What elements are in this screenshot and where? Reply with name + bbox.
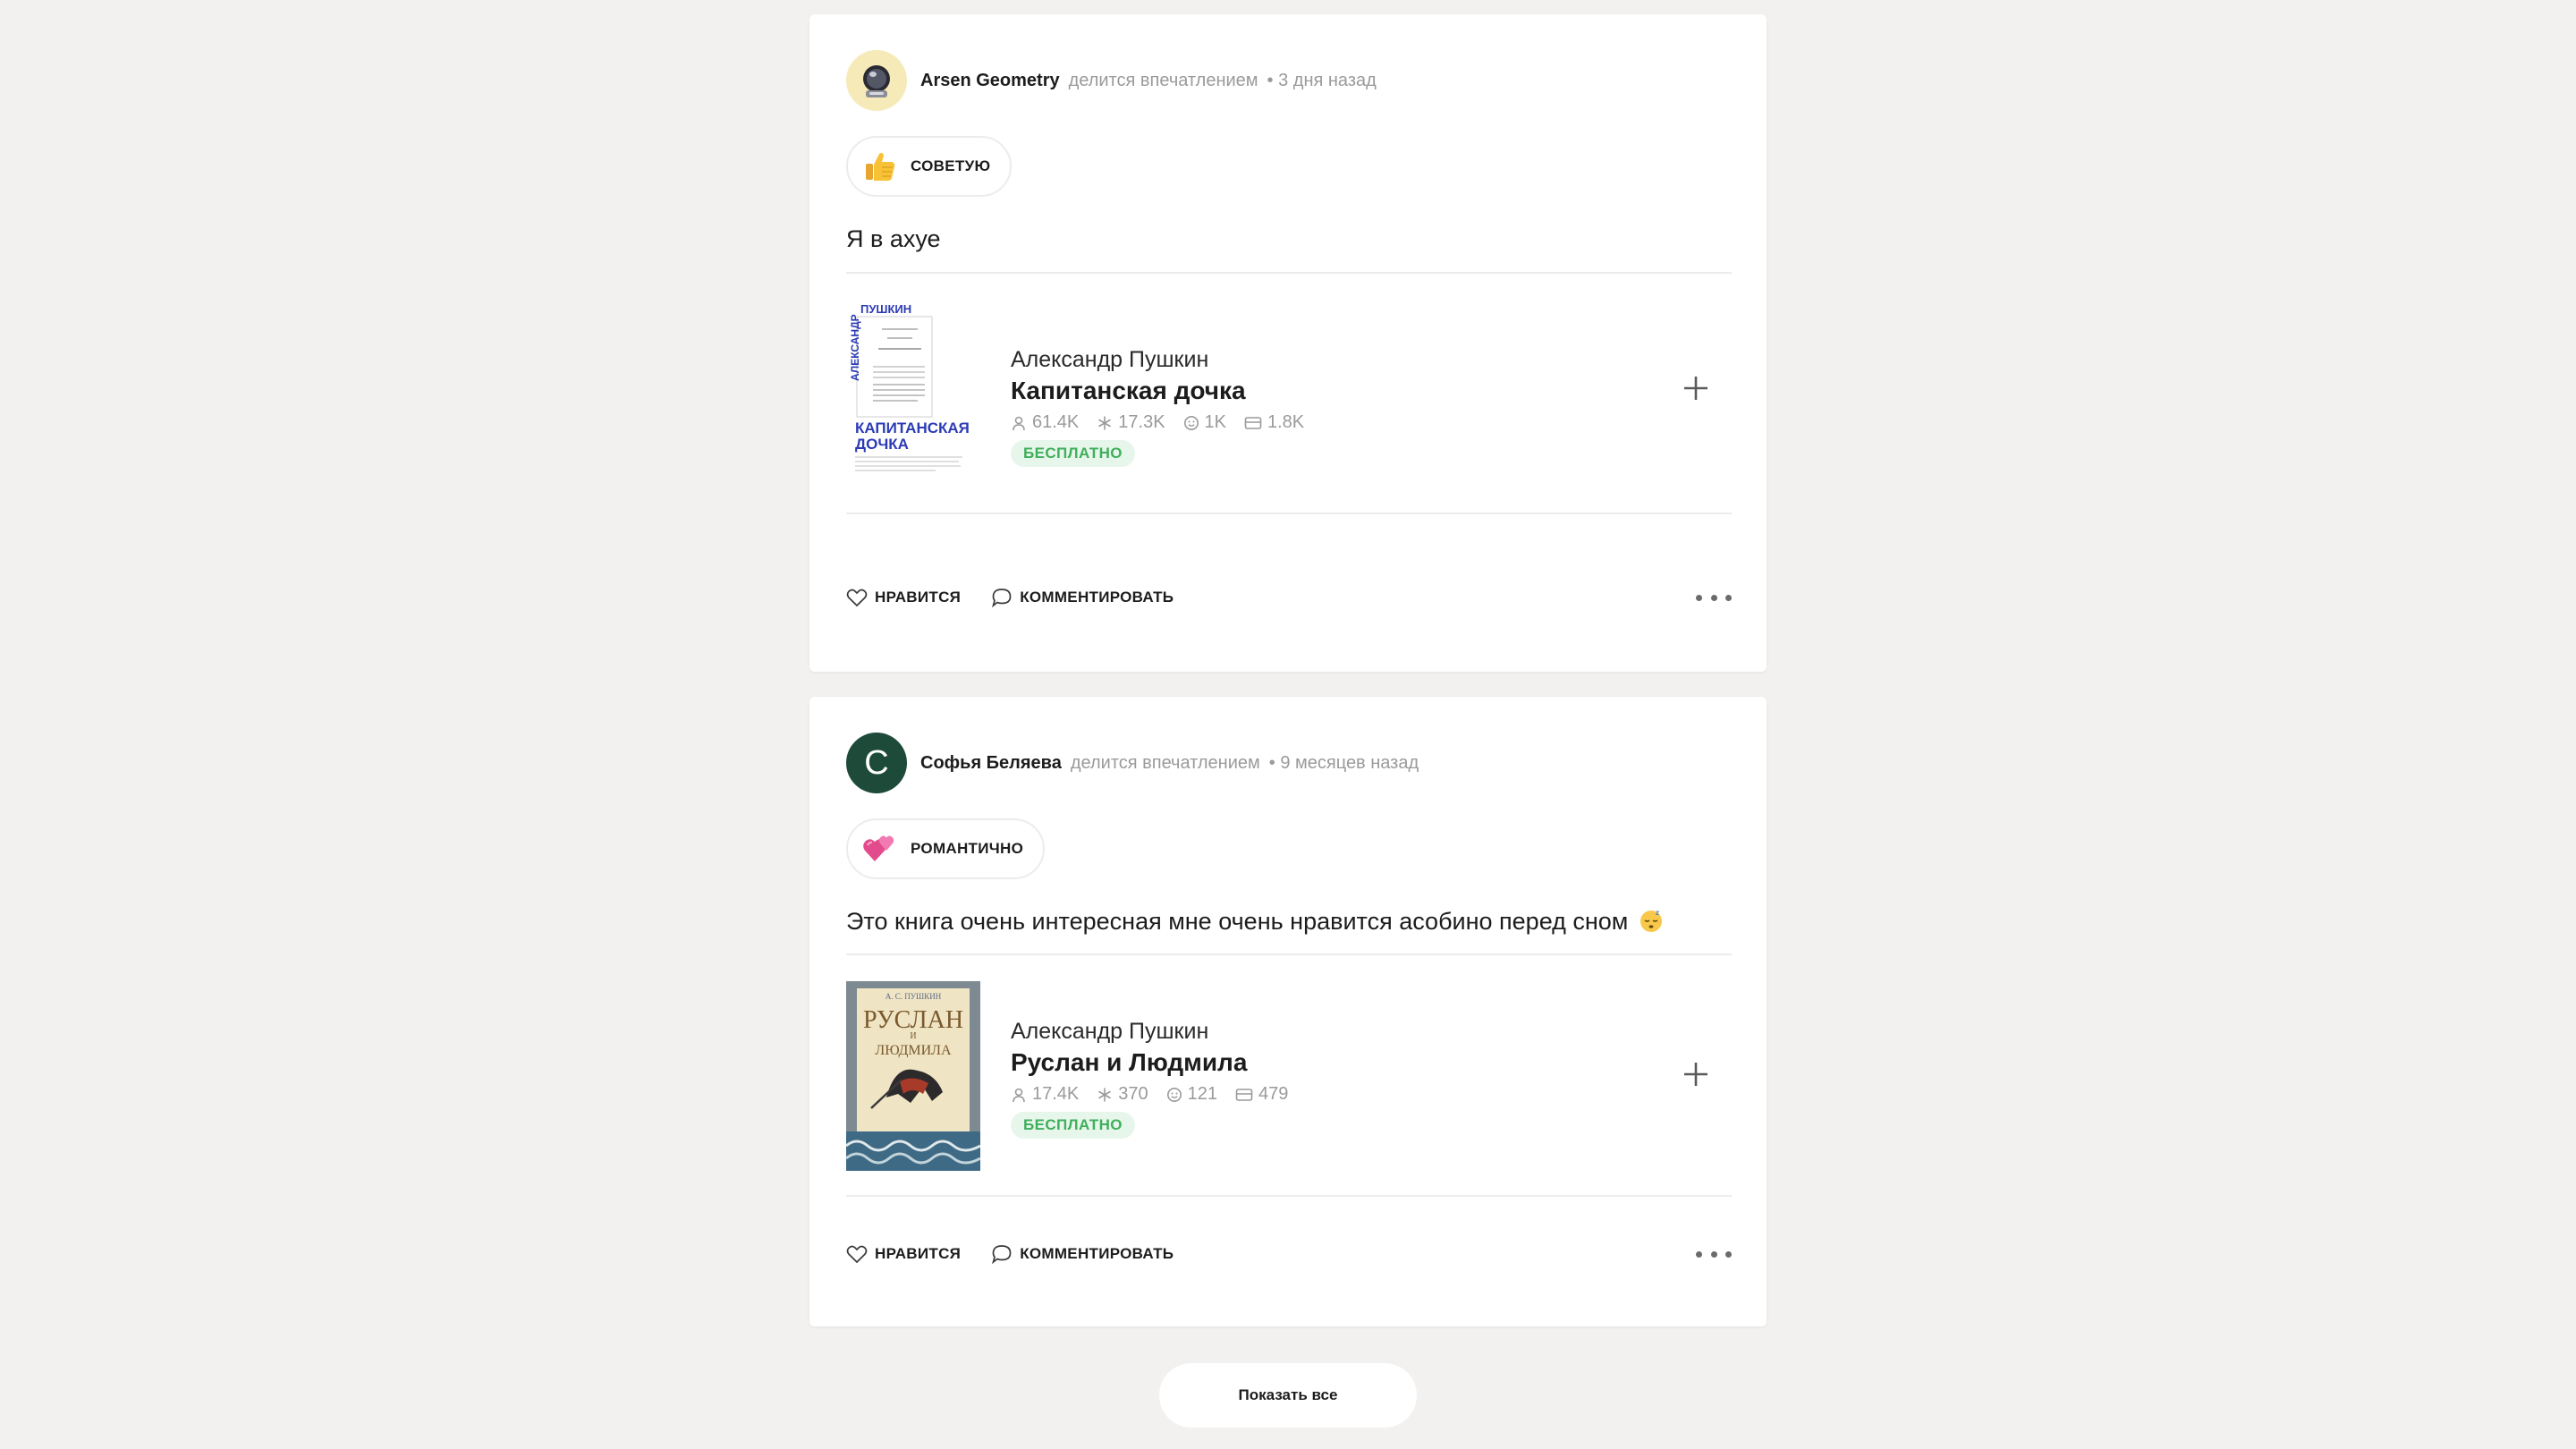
dot-icon (1725, 1250, 1732, 1258)
book-stats: 17.4K 370 121 479 (1011, 1084, 1306, 1105)
tag-label: СОВЕТУЮ (911, 157, 991, 174)
quotes-stat: 479 (1235, 1084, 1288, 1105)
cover-author-text: А. С. ПУШКИН (886, 992, 942, 1001)
book-stats: 61.4K 17.3K 1K 1.8K (1011, 412, 1322, 433)
book-cover[interactable]: А. С. ПУШКИН РУСЛАН И ЛЮДМИЛА (845, 981, 981, 1171)
more-options-button[interactable] (1696, 1241, 1732, 1267)
post-time: • 3 дня назад (1267, 70, 1377, 90)
free-badge: БЕСПЛАТНО (1011, 440, 1135, 467)
dot-icon (1696, 594, 1702, 601)
free-badge: БЕСПЛАТНО (1011, 1112, 1135, 1139)
post-actions: НРАВИТСЯ КОММЕНТИРОВАТЬ (846, 1236, 1732, 1272)
smiley-icon (1166, 1087, 1182, 1102)
dot-icon (1710, 594, 1717, 601)
dot-icon (1696, 1250, 1702, 1258)
cover-author-text: ПУШКИН (860, 302, 911, 316)
more-options-button[interactable] (1696, 585, 1732, 610)
divider (846, 953, 1732, 955)
impression-tag: РОМАНТИЧНО (846, 818, 1046, 879)
tag-label: РОМАНТИЧНО (911, 840, 1024, 857)
smiley-icon (1183, 415, 1199, 430)
book-title[interactable]: Руслан и Людмила (1011, 1048, 1306, 1077)
heart-icon (846, 1245, 868, 1264)
user-name[interactable]: Софья Беляева (920, 753, 1062, 774)
comment-label: КОММЕНТИРОВАТЬ (1020, 1245, 1174, 1262)
post-action: делится впечатлением (1068, 70, 1258, 90)
rating-stat: 370 (1097, 1084, 1148, 1105)
like-label: НРАВИТСЯ (875, 1245, 962, 1262)
post-actions: НРАВИТСЯ КОММЕНТИРОВАТЬ (846, 580, 1732, 615)
plus-icon (1684, 1063, 1707, 1086)
readers-stat: 17.4K (1011, 1084, 1079, 1105)
review-text-content: Это книга очень интересная мне очень нра… (846, 908, 1629, 935)
cover-title-line2: ДОЧКА (855, 436, 909, 453)
person-icon (1013, 416, 1025, 430)
like-button[interactable]: НРАВИТСЯ (846, 588, 961, 607)
readers-stat: 61.4K (1011, 412, 1079, 433)
cover-name-text: АЛЕКСАНДР (849, 314, 861, 381)
hearts-icon (862, 831, 898, 867)
rating-stat: 17.3K (1097, 412, 1165, 433)
divider (846, 513, 1732, 514)
book-author[interactable]: Александр Пушкин (1011, 1019, 1306, 1045)
book-cover[interactable]: ПУШКИН АЛЕКСАНДР КАПИТАНСКАЯ ДОЧКА (846, 302, 980, 477)
divider (846, 1195, 1732, 1197)
comment-icon (992, 1245, 1012, 1264)
like-button[interactable]: НРАВИТСЯ (846, 1244, 961, 1264)
post-time: • 9 месяцев назад (1268, 752, 1419, 773)
like-label: НРАВИТСЯ (875, 589, 962, 606)
post-header: С Софья Беляева делится впечатлением • 9… (846, 733, 1419, 793)
comment-icon (992, 589, 1012, 607)
star-icon (1098, 416, 1112, 429)
svg-text:z: z (1656, 909, 1659, 917)
book-author[interactable]: Александр Пушкин (1011, 347, 1322, 373)
avatar[interactable] (846, 50, 907, 111)
astronaut-helmet-icon (863, 65, 890, 97)
review-text: Это книга очень интересная мне очень нра… (846, 908, 1664, 939)
dot-icon (1725, 594, 1732, 601)
thumbs-up-icon (862, 148, 898, 184)
book-item[interactable]: ПУШКИН АЛЕКСАНДР КАПИТАНСКАЯ ДОЧКА Алекс… (846, 302, 1732, 495)
post-card: Arsen Geometry делится впечатлением • 3 … (809, 14, 1767, 672)
book-info: Александр Пушкин Капитанская дочка 61.4K… (1011, 347, 1322, 467)
sleeping-face-icon: z (1639, 908, 1664, 939)
impressions-stat: 1K (1183, 412, 1226, 433)
add-book-button[interactable] (1680, 372, 1712, 404)
quotes-stat: 1.8K (1244, 412, 1304, 433)
quote-card-icon (1244, 416, 1262, 429)
plus-icon (1684, 377, 1707, 400)
cover-title-line1: РУСЛАН (863, 1006, 963, 1034)
comment-button[interactable]: КОММЕНТИРОВАТЬ (991, 1244, 1174, 1264)
user-name[interactable]: Arsen Geometry (920, 71, 1060, 91)
cover-title-line1: КАПИТАНСКАЯ (855, 419, 970, 436)
book-item[interactable]: А. С. ПУШКИН РУСЛАН И ЛЮДМИЛА Александр … (845, 981, 1732, 1174)
add-book-button[interactable] (1680, 1058, 1712, 1090)
person-icon (1013, 1088, 1025, 1102)
review-text: Я в ахуе (846, 225, 941, 252)
cover-title-line2: И (910, 1031, 916, 1041)
show-all-button[interactable]: Показать все (1159, 1363, 1417, 1428)
post-action: делится впечатлением (1070, 752, 1260, 773)
book-title[interactable]: Капитанская дочка (1011, 377, 1322, 405)
post-header: Arsen Geometry делится впечатлением • 3 … (846, 50, 1377, 111)
book-info: Александр Пушкин Руслан и Людмила 17.4K … (1011, 1019, 1306, 1139)
post-card: С Софья Беляева делится впечатлением • 9… (809, 697, 1767, 1326)
star-icon (1098, 1088, 1112, 1101)
dot-icon (1710, 1250, 1717, 1258)
impression-tag: СОВЕТУЮ (846, 136, 1013, 197)
heart-icon (846, 589, 868, 607)
cover-title-line3: ЛЮДМИЛА (875, 1043, 952, 1058)
divider (846, 272, 1732, 274)
impressions-stat: 121 (1166, 1084, 1217, 1105)
comment-label: КОММЕНТИРОВАТЬ (1020, 589, 1174, 606)
quote-card-icon (1235, 1088, 1253, 1101)
avatar[interactable]: С (846, 733, 907, 793)
comment-button[interactable]: КОММЕНТИРОВАТЬ (991, 588, 1174, 607)
